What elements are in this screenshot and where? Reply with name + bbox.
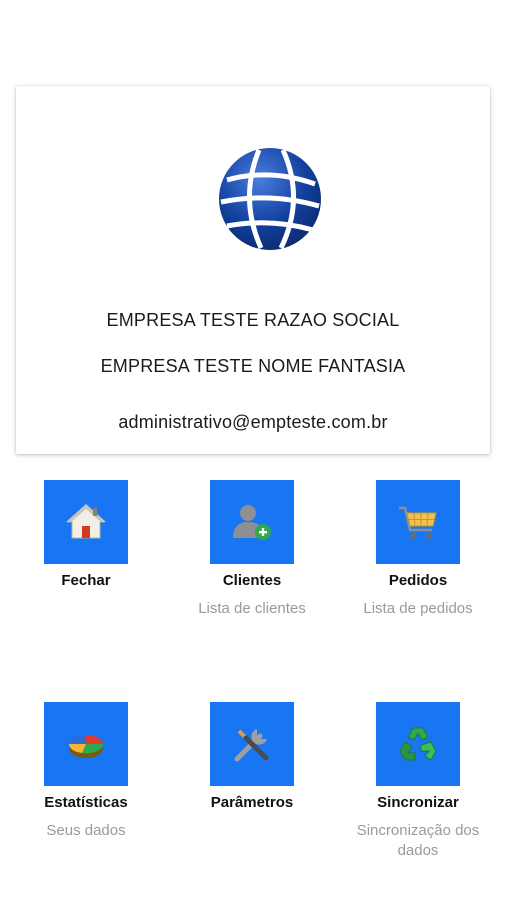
sincronizar-button[interactable] bbox=[376, 702, 460, 786]
tile-subtitle-estatisticas: Seus dados bbox=[46, 822, 126, 839]
pedidos-button[interactable] bbox=[376, 480, 460, 564]
company-card: EMPRESA TESTE RAZAO SOCIAL EMPRESA TESTE… bbox=[16, 86, 490, 454]
recycle-icon bbox=[399, 727, 437, 761]
menu-tile-clientes[interactable]: Clientes Lista de clientes bbox=[182, 480, 322, 619]
menu-tile-estatisticas[interactable]: Estatísticas Seus dados bbox=[16, 702, 156, 841]
parametros-button[interactable] bbox=[210, 702, 294, 786]
clientes-button[interactable] bbox=[210, 480, 294, 564]
tile-title-clientes: Clientes bbox=[222, 572, 282, 589]
tile-title-parametros: Parâmetros bbox=[210, 794, 294, 811]
tile-title-fechar: Fechar bbox=[61, 572, 111, 589]
pie-chart-icon bbox=[68, 735, 104, 758]
company-nome-fantasia: EMPRESA TESTE NOME FANTASIA bbox=[100, 356, 406, 376]
fechar-button[interactable] bbox=[44, 480, 128, 564]
menu-tile-fechar[interactable]: Fechar bbox=[16, 480, 156, 589]
menu-tile-parametros[interactable]: Parâmetros bbox=[182, 702, 322, 811]
menu-tile-sincronizar[interactable]: Sincronizar Sincronização dos dados bbox=[348, 702, 488, 861]
company-razao-social: EMPRESA TESTE RAZAO SOCIAL bbox=[106, 310, 400, 330]
estatisticas-button[interactable] bbox=[44, 702, 128, 786]
home-icon bbox=[66, 504, 106, 539]
tile-subtitle-pedidos: Lista de pedidos bbox=[363, 600, 473, 617]
add-user-icon bbox=[233, 505, 271, 540]
company-email: administrativo@empteste.com.br bbox=[118, 412, 388, 432]
globe-icon bbox=[219, 148, 321, 250]
tile-subtitle-sincronizar: Sincronização dos dados bbox=[356, 822, 480, 859]
tile-subtitle-clientes: Lista de clientes bbox=[198, 600, 306, 617]
tools-icon bbox=[234, 729, 269, 762]
menu-tile-pedidos[interactable]: Pedidos Lista de pedidos bbox=[348, 480, 488, 619]
tile-title-estatisticas: Estatísticas bbox=[44, 794, 128, 811]
tile-title-sincronizar: Sincronizar bbox=[377, 794, 459, 811]
tile-title-pedidos: Pedidos bbox=[388, 572, 448, 589]
shopping-cart-icon bbox=[399, 506, 437, 539]
